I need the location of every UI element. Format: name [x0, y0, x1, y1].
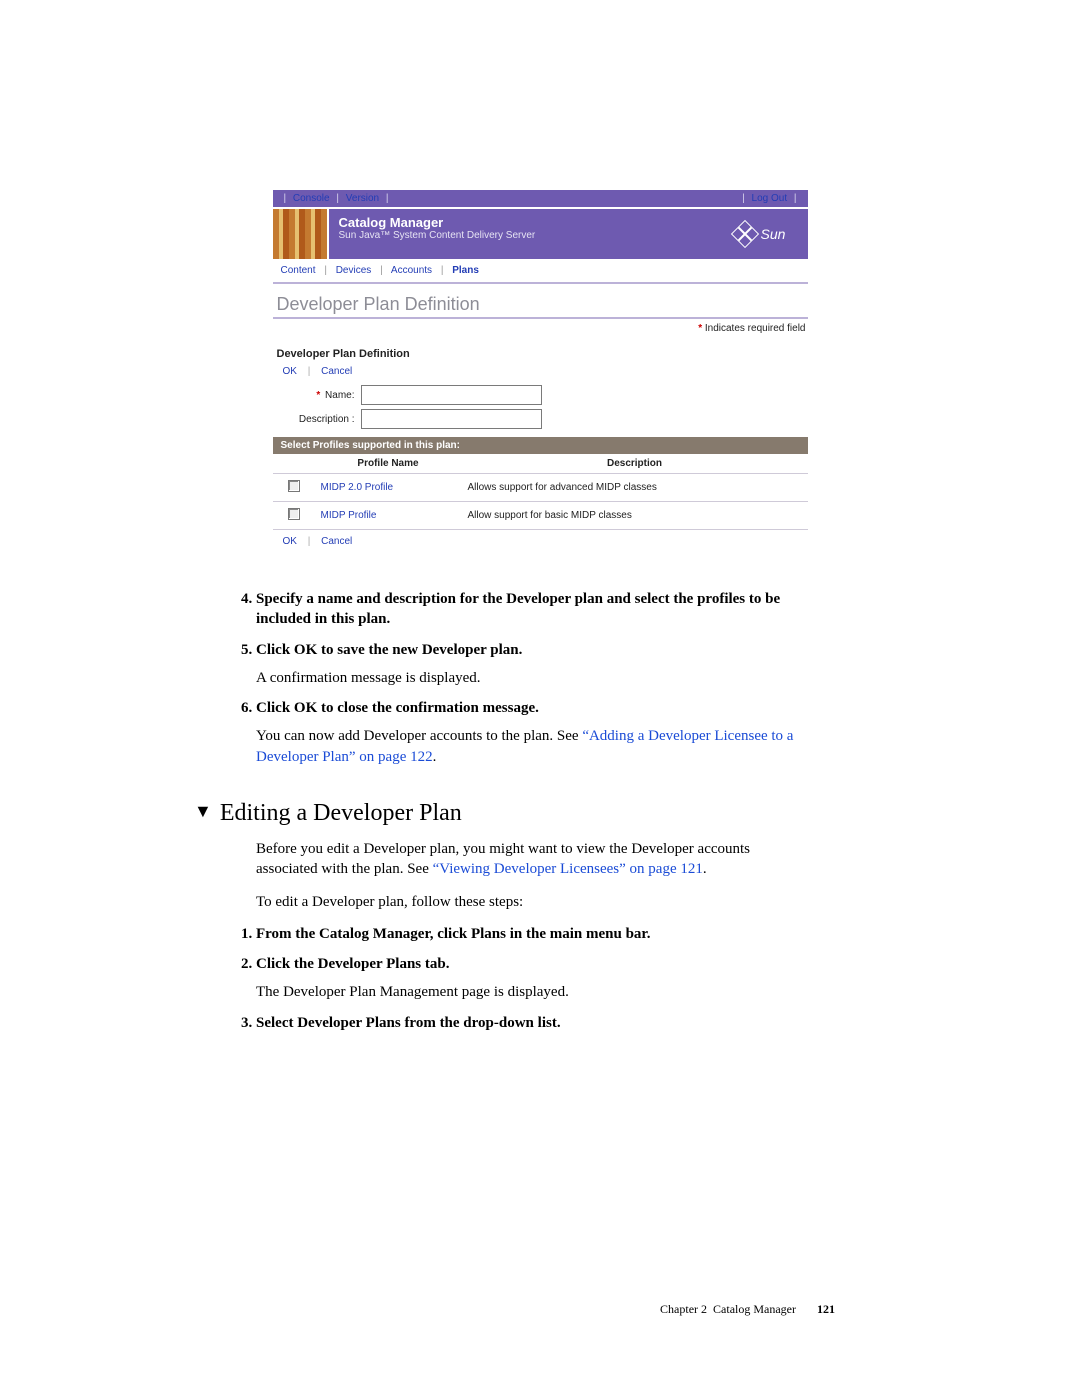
page-footer: Chapter 2 Catalog Manager 121 [660, 1302, 835, 1317]
profile-desc: Allow support for basic MIDP classes [462, 502, 808, 530]
profiles-col-desc: Description [462, 454, 808, 474]
name-field[interactable] [361, 385, 542, 405]
step-4: Specify a name and description for the D… [256, 589, 805, 630]
profiles-header-bar: Select Profiles supported in this plan: [273, 437, 808, 454]
form-section-title: Developer Plan Definition [277, 348, 808, 360]
menu-content[interactable]: Content [281, 265, 316, 276]
sun-logo-box: Sun [713, 209, 808, 259]
triangle-icon: ▼ [194, 801, 212, 821]
catalog-manager-screenshot: | Console | Version | | Log Out | Catalo… [273, 190, 808, 559]
form-area: OK | Cancel * Name: Description : [273, 366, 808, 437]
page-title: Developer Plan Definition [277, 294, 808, 315]
step-6: Click OK to close the confirmation messa… [256, 698, 805, 767]
topbar: | Console | Version | | Log Out | [273, 190, 808, 207]
edit-step-1: From the Catalog Manager, click Plans in… [256, 924, 805, 944]
profile-name-link[interactable]: MIDP Profile [321, 510, 377, 521]
description-label: Description : [283, 414, 355, 425]
profile-name-link[interactable]: MIDP 2.0 Profile [321, 482, 394, 493]
table-row: MIDP 2.0 Profile Allows support for adva… [273, 474, 808, 502]
profiles-col-name: Profile Name [315, 454, 462, 474]
edit-step-3: Select Developer Plans from the drop-dow… [256, 1013, 805, 1033]
menu-devices[interactable]: Devices [336, 265, 372, 276]
topbar-console-link[interactable]: Console [293, 193, 330, 204]
banner-title: Catalog Manager [339, 215, 703, 230]
banner-title-block: Catalog Manager Sun Java™ System Content… [329, 209, 713, 259]
edit-step-2: Click the Developer Plans tab. The Devel… [256, 954, 805, 1003]
topbar-logout-link[interactable]: Log Out [752, 193, 788, 204]
ok-button[interactable]: OK [283, 366, 297, 377]
step-5: Click OK to save the new Developer plan.… [256, 640, 805, 689]
document-body: Specify a name and description for the D… [220, 589, 805, 1033]
intro-paragraph-2: To edit a Developer plan, follow these s… [256, 892, 805, 912]
banner: Catalog Manager Sun Java™ System Content… [273, 207, 808, 259]
main-menubar: Content | Devices | Accounts | Plans [273, 259, 808, 284]
topbar-version-link[interactable]: Version [346, 193, 379, 204]
required-field-note: * Indicates required field [273, 319, 808, 338]
xref-viewing-licensees[interactable]: “Viewing Developer Licensees” on page 12… [433, 861, 703, 877]
section-heading-editing: ▼Editing a Developer Plan [194, 797, 805, 829]
profile-checkbox[interactable] [288, 508, 300, 520]
description-field[interactable] [361, 409, 542, 429]
profiles-table: Profile Name Description MIDP 2.0 Profil… [273, 454, 808, 530]
intro-paragraph: Before you edit a Developer plan, you mi… [256, 839, 805, 880]
banner-subtitle: Sun Java™ System Content Delivery Server [339, 230, 703, 241]
table-row: MIDP Profile Allow support for basic MID… [273, 502, 808, 530]
profile-desc: Allows support for advanced MIDP classes [462, 474, 808, 502]
name-label: * Name: [283, 390, 355, 401]
sun-text: Sun [761, 226, 786, 242]
cancel-button[interactable]: Cancel [321, 536, 352, 547]
button-row-bottom: OK | Cancel [283, 536, 804, 547]
menu-plans[interactable]: Plans [452, 265, 479, 276]
button-row-top: OK | Cancel [283, 366, 804, 377]
page-number: 121 [817, 1302, 835, 1316]
menu-accounts[interactable]: Accounts [391, 265, 432, 276]
ok-button[interactable]: OK [283, 536, 297, 547]
books-graphic [273, 209, 329, 259]
sun-icon [730, 220, 758, 248]
cancel-button[interactable]: Cancel [321, 366, 352, 377]
profile-checkbox[interactable] [288, 480, 300, 492]
